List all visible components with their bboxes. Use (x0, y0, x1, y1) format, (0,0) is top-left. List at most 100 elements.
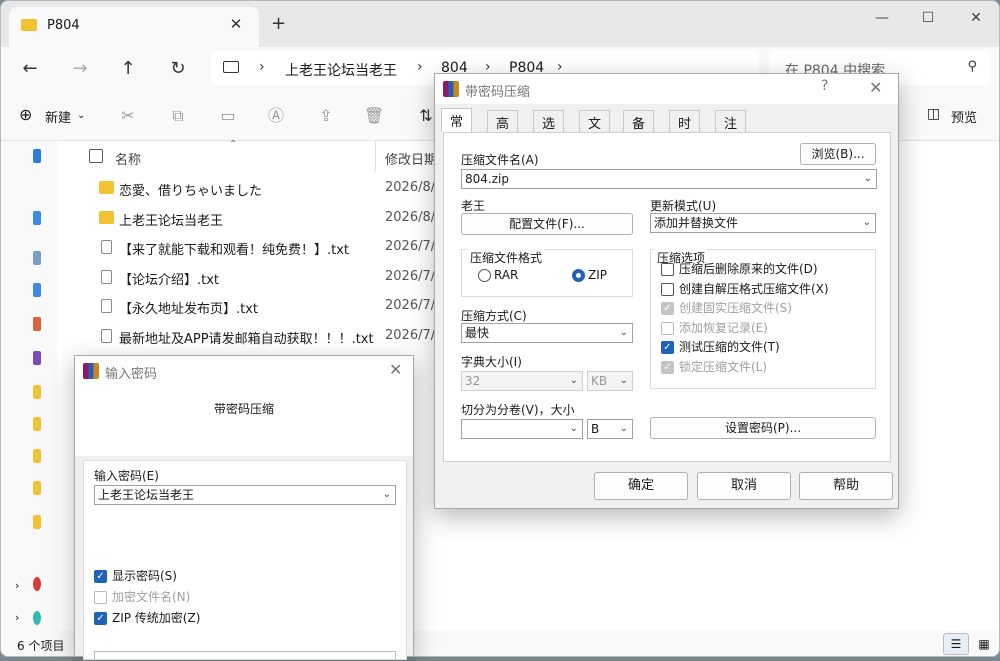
forward-button[interactable]: → (67, 57, 93, 81)
chevron-down-icon[interactable]: ⌄ (620, 420, 628, 438)
select-all-checkbox[interactable] (89, 149, 103, 163)
dict-unit-select[interactable]: KB ⌄ (587, 371, 633, 391)
dict-unit-value: KB (591, 374, 608, 388)
sidebar-item[interactable] (33, 481, 41, 495)
column-header-modified[interactable]: 修改日期 (385, 149, 437, 168)
compression-option-checkbox[interactable]: 创建自解压格式压缩文件(X) (661, 282, 829, 298)
file-date: 2026/7/ (385, 239, 436, 255)
split-unit-select[interactable]: B ⌄ (587, 419, 633, 439)
sidebar-item[interactable] (33, 317, 41, 331)
file-date: 2026/8/ (385, 209, 436, 225)
rename-icon[interactable]: Ⓐ (265, 105, 287, 127)
update-mode-select[interactable]: 添加并替换文件 ⌄ (650, 213, 876, 233)
format-label: 压缩文件格式 (468, 249, 545, 266)
folder-icon (21, 19, 37, 31)
help-icon[interactable]: ? (821, 78, 828, 94)
compression-option-checkbox[interactable]: 压缩后删除原来的文件(D) (661, 262, 818, 278)
minimize-button[interactable]: — (867, 7, 897, 29)
sidebar-item[interactable] (33, 211, 41, 225)
chevron-down-icon[interactable]: ⌄ (570, 420, 578, 438)
compression-option-label: 锁定压缩文件(L) (679, 360, 768, 374)
dict-size-label: 字典大小(I) (461, 355, 522, 369)
show-password-label: 显示密码(S) (112, 569, 177, 583)
breadcrumb-item[interactable]: 上老王论坛当老王 (285, 60, 397, 80)
chevron-down-icon[interactable]: ⌄ (570, 372, 578, 390)
browse-button[interactable]: 浏览(B)... (800, 143, 876, 165)
sidebar-item[interactable] (33, 417, 41, 431)
maximize-button[interactable]: ☐ (913, 7, 943, 29)
archive-name-label: 压缩文件名(A) (461, 153, 539, 167)
tab-general[interactable]: 常规 (441, 108, 473, 149)
new-tab-button[interactable]: + (271, 13, 286, 34)
close-icon[interactable]: ✕ (389, 360, 402, 379)
tab-backup[interactable]: 备份 (623, 110, 655, 151)
tab-comment[interactable]: 注释 (715, 110, 747, 151)
tiles-view-button[interactable]: ▦ (971, 633, 997, 655)
dialog-title: 输入密码 (105, 367, 158, 382)
help-button[interactable]: 帮助 (799, 472, 893, 500)
chevron-down-icon[interactable]: ⌄ (620, 372, 628, 390)
cut-icon[interactable]: ✂ (117, 105, 139, 127)
delete-icon[interactable]: 🗑 (363, 105, 385, 127)
tab-files[interactable]: 文件 (579, 110, 611, 151)
archive-name-input[interactable]: 804.zip ⌄ (461, 169, 877, 189)
cancel-button[interactable]: 取消 (697, 472, 791, 500)
compression-option-checkbox[interactable]: ✓ 创建固实压缩文件(S) (661, 301, 792, 317)
tab-time[interactable]: 时间 (669, 110, 701, 151)
encrypt-names-label: 加密文件名(N) (112, 590, 191, 604)
preview-pane-icon: ◫ (927, 106, 941, 122)
close-tab-icon[interactable]: ✕ (227, 15, 245, 33)
close-window-button[interactable]: ✕ (961, 7, 991, 29)
method-select[interactable]: 最快 ⌄ (461, 323, 633, 343)
profiles-button[interactable]: 配置文件(F)... (461, 213, 633, 235)
tab-advanced[interactable]: 高级 (487, 110, 519, 151)
encrypt-names-checkbox[interactable]: 加密文件名(N) (94, 590, 190, 606)
file-date: 2026/7/ (385, 268, 436, 284)
compression-option-checkbox[interactable]: ✓ 测试压缩的文件(T) (661, 340, 780, 356)
column-divider[interactable] (375, 141, 376, 171)
compression-option-checkbox[interactable]: 添加恢复记录(E) (661, 321, 768, 337)
split-size-input[interactable]: ⌄ (461, 419, 583, 439)
sidebar-item[interactable] (33, 351, 41, 365)
compression-option-label: 压缩后删除原来的文件(D) (679, 262, 818, 276)
checkbox-box (94, 591, 107, 604)
tab-p804[interactable]: P804 ✕ (9, 7, 259, 47)
paste-icon[interactable]: ▭ (217, 105, 239, 127)
ok-button[interactable]: 确定 (594, 472, 688, 500)
chevron-down-icon[interactable]: ⌄ (864, 170, 872, 188)
back-button[interactable]: ← (17, 57, 43, 81)
password-input[interactable]: 上老王论坛当老王 ⌄ (94, 485, 396, 505)
set-password-button[interactable]: 设置密码(P)... (650, 417, 876, 439)
tab-options[interactable]: 选项 (533, 110, 565, 151)
details-view-button[interactable]: ☰ (943, 633, 969, 655)
chevron-down-icon[interactable]: ⌄ (620, 324, 628, 342)
preview-button[interactable]: 预览 (951, 107, 977, 126)
password-panel: 输入密码(E) 上老王论坛当老王 ⌄ ✓ 显示密码(S) 加密文件名(N) ✓ … (83, 460, 407, 661)
chevron-right-icon[interactable]: › (15, 611, 19, 624)
copy-icon[interactable]: ⧉ (167, 105, 189, 127)
sidebar-item[interactable] (33, 449, 41, 463)
chevron-right-icon[interactable]: › (15, 579, 19, 592)
dict-size-select[interactable]: 32 ⌄ (461, 371, 583, 391)
refresh-button[interactable]: ↻ (165, 57, 191, 81)
sidebar-item[interactable] (33, 149, 41, 163)
chevron-down-icon[interactable]: ⌄ (383, 486, 391, 504)
column-header-name[interactable]: 名称 (115, 149, 141, 168)
show-password-checkbox[interactable]: ✓ 显示密码(S) (94, 569, 177, 585)
zip-legacy-checkbox[interactable]: ✓ ZIP 传统加密(Z) (94, 611, 200, 627)
close-icon[interactable]: ✕ (869, 78, 882, 97)
sidebar-item[interactable] (33, 283, 41, 297)
sidebar-item[interactable] (33, 611, 41, 625)
share-icon[interactable]: ⇪ (315, 105, 337, 127)
update-mode-value: 添加并替换文件 (654, 216, 739, 230)
format-rar-radio[interactable]: RAR (478, 268, 518, 284)
new-button[interactable]: 新建 (45, 107, 71, 126)
compression-option-checkbox[interactable]: ✓ 锁定压缩文件(L) (661, 360, 767, 376)
chevron-down-icon[interactable]: ⌄ (863, 214, 871, 232)
format-zip-radio[interactable]: ZIP (572, 268, 607, 284)
sidebar-item[interactable] (33, 251, 41, 265)
up-button[interactable]: ↑ (115, 57, 141, 81)
sidebar-item[interactable] (33, 385, 41, 399)
sidebar-item[interactable] (33, 515, 41, 529)
sidebar-item[interactable] (33, 577, 41, 591)
